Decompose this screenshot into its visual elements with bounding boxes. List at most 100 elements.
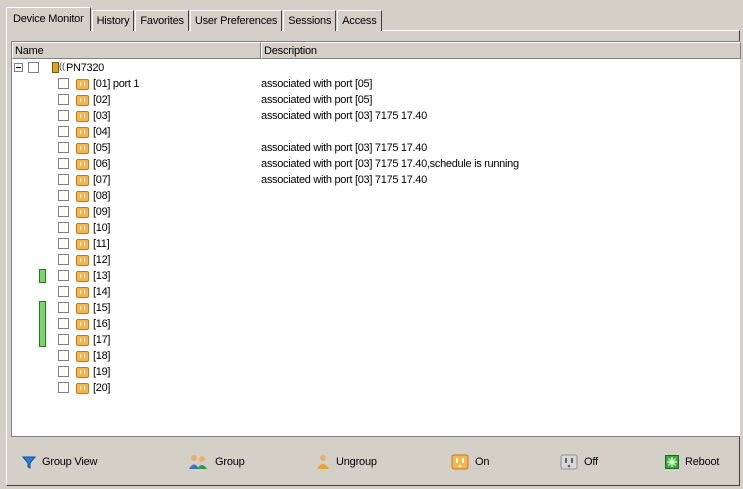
port-name: [04] [93,126,111,138]
port-name: [02] [93,94,111,106]
collapse-icon[interactable] [14,63,23,72]
port-row[interactable]: [17] [12,332,740,348]
port-name: [13] [93,270,111,282]
port-description: associated with port [03] 7175 17.40 [261,174,427,186]
tab-device-monitor[interactable]: Device Monitor [6,7,91,31]
port-checkbox[interactable] [58,270,69,281]
on-button[interactable]: On [451,447,489,477]
port-checkbox[interactable] [58,206,69,217]
outlet-icon [76,367,89,378]
outlet-icon [76,111,89,122]
port-name: [18] [93,350,111,362]
port-name: [10] [93,222,111,234]
signal-icon: (( [59,61,65,71]
port-row[interactable]: [03] associated with port [03] 7175 17.40 [12,108,740,124]
port-name: [08] [93,190,111,202]
outlet-icon [76,303,89,314]
tab-favorites[interactable]: Favorites [135,10,189,31]
port-checkbox[interactable] [58,190,69,201]
port-row[interactable]: [19] [12,364,740,380]
port-row[interactable]: [04] [12,124,740,140]
outlet-icon [76,175,89,186]
port-checkbox[interactable] [58,126,69,137]
column-header-name[interactable]: Name [12,42,261,59]
port-row[interactable]: [11] [12,236,740,252]
port-checkbox[interactable] [58,334,69,345]
port-row[interactable]: [15] [12,300,740,316]
device-checkbox[interactable] [28,62,39,73]
port-name: [09] [93,206,111,218]
outlet-icon [76,207,89,218]
port-row[interactable]: [18] [12,348,740,364]
group-marker-icon [39,301,46,347]
port-checkbox[interactable] [58,174,69,185]
off-label: Off [584,456,598,468]
tab-strip: Device Monitor History Favorites User Pr… [6,7,383,31]
port-name: [14] [93,286,111,298]
outlet-icon [76,271,89,282]
port-row[interactable]: [05] associated with port [03] 7175 17.40 [12,140,740,156]
tab-history[interactable]: History [91,10,135,31]
tab-sessions[interactable]: Sessions [283,10,337,31]
port-row[interactable]: [10] [12,220,740,236]
port-checkbox[interactable] [58,350,69,361]
port-checkbox[interactable] [58,222,69,233]
group-button[interactable]: Group [187,447,245,477]
port-row[interactable]: [02] associated with port [05] [12,92,740,108]
port-name: [06] [93,158,111,170]
port-name: [19] [93,366,111,378]
port-checkbox[interactable] [58,158,69,169]
group-users-icon [187,454,209,470]
group-view-label: Group View [42,456,98,468]
reboot-button[interactable]: Reboot [665,447,719,477]
port-checkbox[interactable] [58,382,69,393]
group-marker-icon [39,269,46,283]
port-name: [16] [93,318,111,330]
on-label: On [475,456,490,468]
funnel-icon [22,455,36,469]
port-checkbox[interactable] [58,302,69,313]
port-checkbox[interactable] [58,110,69,121]
group-view-button[interactable]: Group View [22,447,97,477]
port-checkbox[interactable] [58,254,69,265]
port-row[interactable]: [09] [12,204,740,220]
port-checkbox[interactable] [58,142,69,153]
outlet-on-icon [451,454,469,470]
port-checkbox[interactable] [58,318,69,329]
port-row[interactable]: [13] [12,268,740,284]
port-row[interactable]: [06] associated with port [03] 7175 17.40… [12,156,740,172]
port-row[interactable]: [20] [12,380,740,396]
outlet-icon [76,383,89,394]
port-row[interactable]: [14] [12,284,740,300]
port-row[interactable]: [16] [12,316,740,332]
reboot-label: Reboot [685,456,720,468]
ungroup-label: Ungroup [336,456,377,468]
bottom-toolbar: Group View Group Ungroup On Off Reboot [0,447,743,477]
port-checkbox[interactable] [58,366,69,377]
device-tree-list[interactable]: Name Description (( PN7320 [01] port 1 as… [11,41,741,437]
outlet-icon [76,143,89,154]
port-description: associated with port [05] [261,94,373,106]
device-row[interactable]: (( PN7320 [12,60,740,76]
port-row[interactable]: [01] port 1 associated with port [05] [12,76,740,92]
port-description: associated with port [03] 7175 17.40 [261,110,427,122]
port-row[interactable]: [08] [12,188,740,204]
outlet-icon [76,159,89,170]
port-name: [17] [93,334,111,346]
off-button[interactable]: Off [560,447,598,477]
port-checkbox[interactable] [58,238,69,249]
tab-user-preferences[interactable]: User Preferences [189,10,283,31]
port-checkbox[interactable] [58,94,69,105]
port-description: associated with port [05] [261,78,373,90]
ungroup-button[interactable]: Ungroup [316,447,377,477]
device-name: PN7320 [66,62,104,74]
outlet-icon [76,239,89,250]
port-row[interactable]: [12] [12,252,740,268]
port-checkbox[interactable] [58,286,69,297]
column-header-description[interactable]: Description [261,42,741,59]
outlet-icon [76,255,89,266]
port-checkbox[interactable] [58,78,69,89]
tab-access[interactable]: Access [337,10,382,31]
port-row[interactable]: [07] associated with port [03] 7175 17.40 [12,172,740,188]
port-name: [07] [93,174,111,186]
